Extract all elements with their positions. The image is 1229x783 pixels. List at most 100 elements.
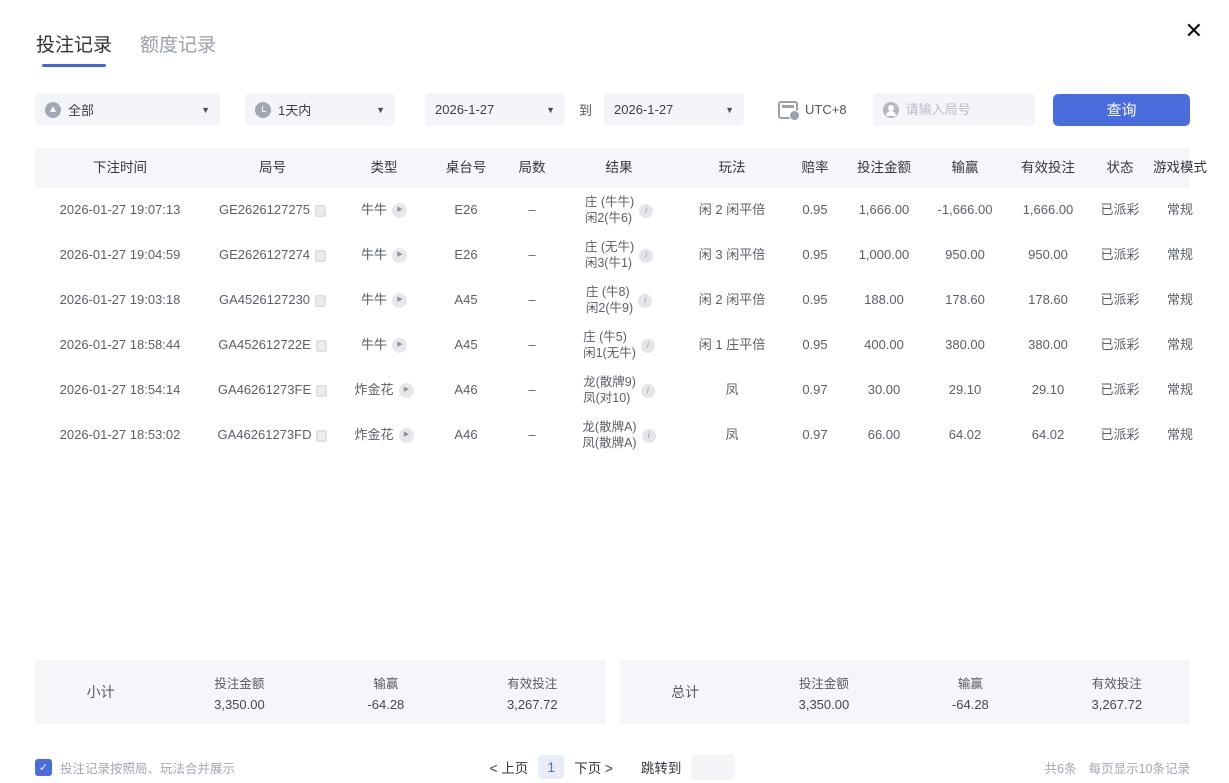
cell-time: 2026-01-27 19:04:59 (59, 247, 181, 263)
cell-play: 凤 (725, 427, 739, 443)
cell-result: 庄 (牛8) 闲2(牛9) (560, 285, 678, 316)
total-bet-label: 投注金额 (798, 676, 849, 691)
cell-winloss: 29.10 (948, 382, 982, 398)
cell-round: GE2626127275 (205, 202, 340, 218)
total-valid: 有效投注 3,267.72 (1044, 673, 1190, 712)
cell-rounds: – (528, 202, 536, 218)
copy-icon[interactable] (315, 294, 327, 307)
time-range-select[interactable]: 1天内 (245, 93, 395, 126)
tab-quota-records[interactable]: 额度记录 (140, 30, 216, 67)
tab-betting-records[interactable]: 投注记录 (36, 30, 112, 67)
date-from-value: 2026-1-27 (435, 102, 495, 117)
cell-valid: 29.10 (1031, 382, 1065, 398)
page-size: 每页显示10条记录 (1088, 761, 1190, 776)
game-type-select[interactable]: 全部 (35, 93, 220, 126)
result-line-1: 庄 (牛牛) (584, 194, 635, 209)
cell-table: A46 (454, 382, 478, 398)
copy-icon[interactable] (316, 429, 328, 442)
cell-rounds: – (528, 337, 536, 353)
result-line-1: 庄 (无牛) (584, 239, 635, 254)
close-icon[interactable]: ✕ (1185, 20, 1203, 42)
cell-status: 已派彩 (1100, 337, 1140, 353)
merge-checkbox[interactable] (35, 758, 52, 776)
cell-valid: 1,666.00 (1022, 202, 1074, 218)
table-body: 2026-01-27 19:07:13 GE2626127275 牛牛 E26 … (35, 188, 1193, 458)
timezone-label: UTC+8 (805, 102, 847, 117)
table-row: 2026-01-27 18:53:02 GA46261273FD 炸金花 A46… (35, 413, 1193, 458)
result-text: 龙(散牌A) 凤(散牌A) (582, 420, 636, 451)
info-icon[interactable] (639, 248, 654, 263)
cell-result: 庄 (牛牛) 闲2(牛6) (560, 195, 678, 226)
to-label: 到 (579, 103, 593, 118)
play-video-icon[interactable] (392, 248, 407, 263)
cell-type: 炸金花 (340, 427, 428, 443)
play-video-icon[interactable] (392, 293, 407, 308)
cell-rounds: – (528, 427, 536, 443)
play-video-icon[interactable] (398, 383, 414, 398)
result-text: 庄 (牛牛) 闲2(牛6) (585, 195, 634, 226)
timezone-control[interactable]: UTC+8 (778, 100, 847, 121)
next-page-button[interactable]: 下页 > (574, 757, 613, 777)
play-video-icon[interactable] (392, 203, 407, 218)
info-icon[interactable] (641, 428, 656, 443)
footer-bar: 投注记录按照局、玩法合并展示 < 上页 1 下页 > 跳转到 共6条 每页显示1… (35, 753, 1190, 781)
total-box: 总计 投注金额 3,350.00 输赢 -64.28 有效投注 3,267.72 (619, 660, 1190, 724)
header-status: 状态 (1106, 159, 1134, 175)
cell-mode: 常规 (1166, 247, 1193, 263)
copy-icon[interactable] (315, 339, 327, 352)
play-video-icon[interactable] (392, 338, 407, 353)
prev-page-button[interactable]: < 上页 (490, 757, 529, 777)
game-type: 牛牛 (360, 292, 387, 308)
date-from-select[interactable]: 2026-1-27 (425, 93, 565, 126)
play-video-icon[interactable] (398, 428, 414, 443)
total-label: 总计 (671, 684, 700, 700)
cell-odds: 0.97 (802, 427, 828, 443)
cell-valid: 64.02 (1031, 427, 1065, 443)
cell-bet: 400.00 (864, 337, 904, 353)
cell-type: 牛牛 (340, 337, 428, 353)
cell-time: 2026-01-27 19:03:18 (59, 292, 181, 308)
cell-type: 牛牛 (340, 202, 428, 218)
table-header: 下注时间 局号 类型 桌台号 局数 结果 玩法 赔率 投注金额 输赢 有效投注 … (35, 148, 1207, 188)
date-to-select[interactable]: 2026-1-27 (604, 93, 745, 126)
copy-icon[interactable] (315, 204, 327, 217)
current-page[interactable]: 1 (538, 755, 565, 779)
cell-play: 凤 (725, 382, 739, 398)
cell-status: 已派彩 (1100, 247, 1140, 263)
info-icon[interactable] (639, 203, 654, 218)
filter-bar: 全部 1天内 2026-1-27 到 2026-1-27 UTC+8 查询 (35, 93, 1190, 126)
result-text: 庄 (无牛) 闲3(牛1) (585, 240, 634, 271)
cell-odds: 0.95 (802, 247, 828, 263)
cell-odds: 0.97 (802, 382, 828, 398)
cell-odds: 0.95 (802, 292, 828, 308)
cell-type: 牛牛 (340, 247, 428, 263)
info-icon[interactable] (638, 293, 653, 308)
result-line-2: 凤(对10) (583, 390, 631, 405)
cell-bet: 1,666.00 (858, 202, 910, 218)
cell-play: 闲 3 闲平倍 (698, 247, 766, 263)
cell-time: 2026-01-27 18:53:02 (59, 427, 181, 443)
round-id: GE2626127274 (218, 247, 311, 263)
merge-toggle: 投注记录按照局、玩法合并展示 (35, 758, 235, 777)
query-button[interactable]: 查询 (1053, 93, 1190, 126)
betting-records-modal: 投注记录 额度记录 ✕ 全部 1天内 2026-1-27 到 2026-1-27… (0, 0, 1229, 783)
game-type: 炸金花 (354, 382, 394, 398)
cell-time: 2026-01-27 19:07:13 (59, 202, 181, 218)
jump-page-input[interactable] (691, 754, 736, 780)
cell-table: A46 (454, 427, 478, 443)
cell-status: 已派彩 (1100, 427, 1140, 443)
total-bet-value: 3,350.00 (798, 696, 850, 712)
cell-table: E26 (454, 202, 478, 218)
cell-table: E26 (454, 247, 478, 263)
info-icon[interactable] (640, 338, 655, 353)
cell-bet: 30.00 (867, 382, 901, 398)
info-icon[interactable] (640, 383, 655, 398)
subtotal-winloss: 输赢 -64.28 (313, 673, 459, 712)
record-counts: 共6条 每页显示10条记录 (1045, 758, 1190, 777)
subtotal-bet-label: 投注金额 (214, 676, 265, 691)
copy-icon[interactable] (316, 384, 328, 397)
round-search-input[interactable] (905, 102, 1025, 117)
copy-icon[interactable] (315, 249, 327, 262)
subtotal-valid-label: 有效投注 (507, 676, 558, 691)
cell-result: 庄 (无牛) 闲3(牛1) (560, 240, 678, 271)
